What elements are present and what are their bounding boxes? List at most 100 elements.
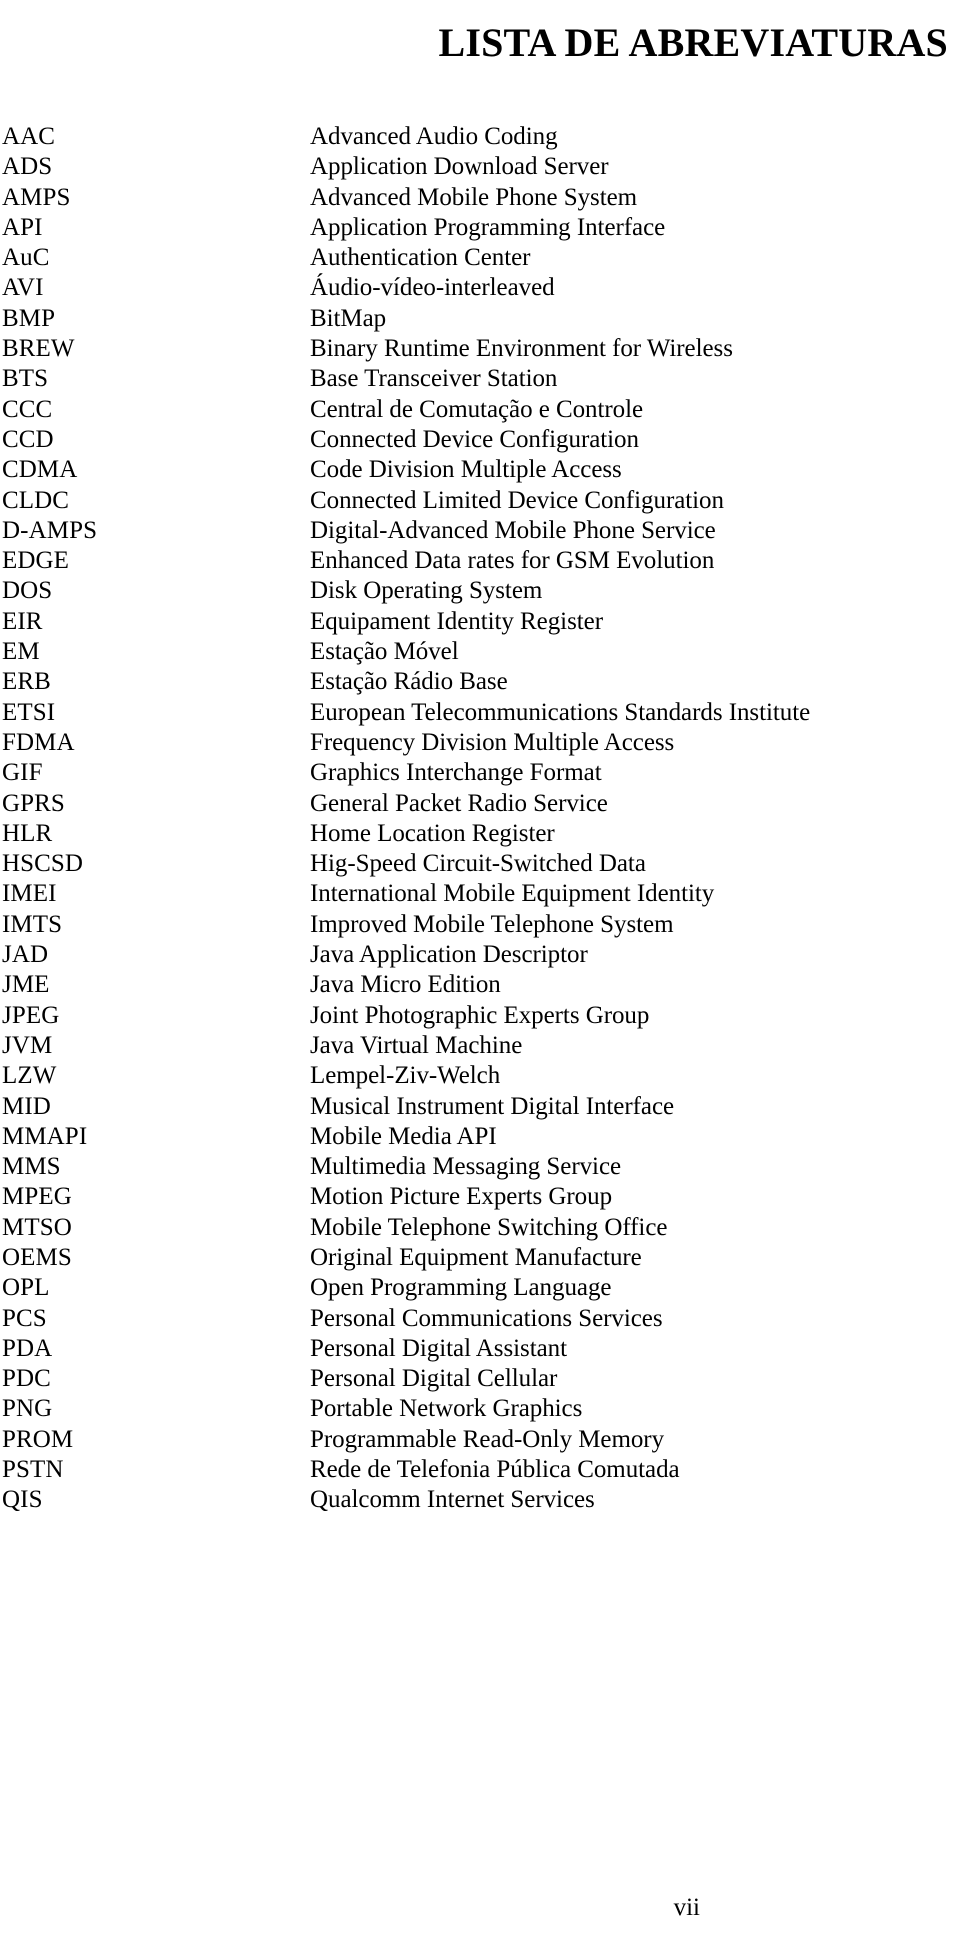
abbreviation-row: AuC Authentication Center — [0, 243, 960, 273]
abbreviation-row: JAD Java Application Descriptor — [0, 940, 960, 970]
abbreviation-term: PROM — [2, 1425, 74, 1453]
abbreviation-definition: Code Division Multiple Access — [310, 456, 622, 484]
abbreviation-definition: Base Transceiver Station — [310, 365, 558, 393]
abbreviation-row: LZW Lempel-Ziv-Welch — [0, 1061, 960, 1091]
abbreviation-term: MMS — [2, 1153, 61, 1181]
abbreviation-row: OEMS Original Equipment Manufacture — [0, 1243, 960, 1273]
abbreviation-row: JVM Java Virtual Machine — [0, 1031, 960, 1061]
abbreviation-term: IMTS — [2, 910, 63, 938]
abbreviation-row: CLDC Connected Limited Device Configurati… — [0, 486, 960, 516]
abbreviation-row: MMS Multimedia Messaging Service — [0, 1152, 960, 1182]
abbreviation-definition: Improved Mobile Telephone System — [310, 910, 674, 938]
abbreviation-definition: Personal Digital Cellular — [310, 1365, 558, 1393]
abbreviation-definition: Home Location Register — [310, 819, 555, 847]
abbreviation-term: JAD — [2, 941, 49, 969]
abbreviation-term: PSTN — [2, 1456, 64, 1484]
abbreviation-term: AMPS — [2, 183, 71, 211]
abbreviation-definition: Java Application Descriptor — [310, 941, 588, 969]
abbreviation-term: PDC — [2, 1365, 51, 1393]
abbreviation-list: AAC Advanced Audio Coding ADS Application D… — [0, 122, 960, 1516]
abbreviation-definition: Estação Rádio Base — [310, 668, 508, 696]
abbreviation-definition: Áudio-vídeo-interleaved — [310, 274, 555, 302]
abbreviation-row: IMEI International Mobile Equipment Ident… — [0, 879, 960, 909]
abbreviation-term: AuC — [2, 244, 50, 272]
abbreviation-definition: International Mobile Equipment Identity — [310, 880, 715, 908]
abbreviation-definition: Frequency Division Multiple Access — [310, 728, 675, 756]
abbreviation-row: CCD Connected Device Configuration — [0, 425, 960, 455]
abbreviation-term: EIR — [2, 607, 43, 635]
abbreviation-row: GPRS General Packet Radio Service — [0, 789, 960, 819]
abbreviation-row: MTSO Mobile Telephone Switching Office — [0, 1213, 960, 1243]
abbreviation-definition: Digital-Advanced Mobile Phone Service — [310, 516, 716, 544]
abbreviation-row: HLR Home Location Register — [0, 819, 960, 849]
abbreviation-definition: Java Virtual Machine — [310, 1031, 523, 1059]
abbreviation-term: QIS — [2, 1486, 43, 1514]
abbreviation-row: BTS Base Transceiver Station — [0, 364, 960, 394]
abbreviation-term: PCS — [2, 1304, 47, 1332]
abbreviation-term: ETSI — [2, 698, 56, 726]
abbreviation-term: CCC — [2, 395, 53, 423]
abbreviation-term: FDMA — [2, 728, 75, 756]
abbreviation-definition: Lempel-Ziv-Welch — [310, 1062, 501, 1090]
abbreviation-definition: Java Micro Edition — [310, 971, 501, 999]
abbreviation-term: BTS — [2, 365, 49, 393]
abbreviation-definition: Original Equipment Manufacture — [310, 1243, 642, 1271]
abbreviation-row: AVI Áudio-vídeo-interleaved — [0, 273, 960, 303]
abbreviation-definition: Central de Comutação e Controle — [310, 395, 644, 423]
abbreviation-term: JME — [2, 971, 50, 999]
abbreviation-term: CCD — [2, 425, 54, 453]
abbreviation-row: PDA Personal Digital Assistant — [0, 1334, 960, 1364]
abbreviation-definition: Portable Network Graphics — [310, 1395, 583, 1423]
abbreviation-term: MMAPI — [2, 1122, 88, 1150]
abbreviation-term: ADS — [2, 153, 53, 181]
abbreviation-term: OPL — [2, 1274, 50, 1302]
abbreviation-definition: Authentication Center — [310, 244, 531, 272]
abbreviation-row: DOS Disk Operating System — [0, 576, 960, 606]
abbreviation-definition: Mobile Media API — [310, 1122, 497, 1150]
abbreviation-row: AMPS Advanced Mobile Phone System — [0, 183, 960, 213]
abbreviation-term: EDGE — [2, 547, 70, 575]
abbreviation-row: MPEG Motion Picture Experts Group — [0, 1182, 960, 1212]
abbreviation-definition: Personal Communications Services — [310, 1304, 663, 1332]
abbreviation-row: ERB Estação Rádio Base — [0, 667, 960, 697]
abbreviation-term: DOS — [2, 577, 53, 605]
abbreviation-definition: Application Programming Interface — [310, 213, 666, 241]
abbreviation-term: MTSO — [2, 1213, 72, 1241]
abbreviation-row: CDMA Code Division Multiple Access — [0, 455, 960, 485]
page-number: vii — [673, 1894, 700, 1921]
abbreviation-definition: Hig-Speed Circuit-Switched Data — [310, 850, 646, 878]
abbreviation-row: CCC Central de Comutação e Controle — [0, 395, 960, 425]
abbreviation-term: ERB — [2, 668, 51, 696]
abbreviation-row: FDMA Frequency Division Multiple Access — [0, 728, 960, 758]
abbreviation-term: CDMA — [2, 456, 78, 484]
abbreviation-term: LZW — [2, 1062, 57, 1090]
abbreviation-term: GIF — [2, 759, 43, 787]
abbreviation-definition: Enhanced Data rates for GSM Evolution — [310, 547, 715, 575]
abbreviation-row: HSCSD Hig-Speed Circuit-Switched Data — [0, 849, 960, 879]
abbreviation-term: MID — [2, 1092, 51, 1120]
abbreviation-definition: Motion Picture Experts Group — [310, 1183, 613, 1211]
abbreviation-term: BMP — [2, 304, 56, 332]
abbreviation-row: PROM Programmable Read-Only Memory — [0, 1425, 960, 1455]
abbreviation-definition: Disk Operating System — [310, 577, 543, 605]
abbreviation-definition: Joint Photographic Experts Group — [310, 1001, 650, 1029]
abbreviation-definition: Binary Runtime Environment for Wireless — [310, 335, 733, 363]
abbreviation-row: EIR Equipament Identity Register — [0, 607, 960, 637]
abbreviation-definition: BitMap — [310, 304, 387, 332]
abbreviation-row: GIF Graphics Interchange Format — [0, 758, 960, 788]
abbreviation-definition: Connected Device Configuration — [310, 425, 639, 453]
abbreviation-term: EM — [2, 638, 40, 666]
abbreviation-row: QIS Qualcomm Internet Services — [0, 1485, 960, 1515]
abbreviation-term: AAC — [2, 123, 56, 150]
abbreviation-row: AAC Advanced Audio Coding — [0, 122, 960, 152]
abbreviation-definition: Programmable Read-Only Memory — [310, 1425, 665, 1453]
abbreviation-row: EDGE Enhanced Data rates for GSM Evolutio… — [0, 546, 960, 576]
abbreviation-row: BREW Binary Runtime Environment for Wirel… — [0, 334, 960, 364]
abbreviation-term: BREW — [2, 335, 75, 363]
abbreviation-definition: Open Programming Language — [310, 1274, 612, 1302]
abbreviation-definition: European Telecommunications Standards In… — [310, 698, 811, 726]
abbreviation-row: JPEG Joint Photographic Experts Group — [0, 1001, 960, 1031]
abbreviation-term: PNG — [2, 1395, 53, 1423]
abbreviation-row: API Application Programming Interface — [0, 213, 960, 243]
abbreviation-definition: Estação Móvel — [310, 638, 459, 666]
